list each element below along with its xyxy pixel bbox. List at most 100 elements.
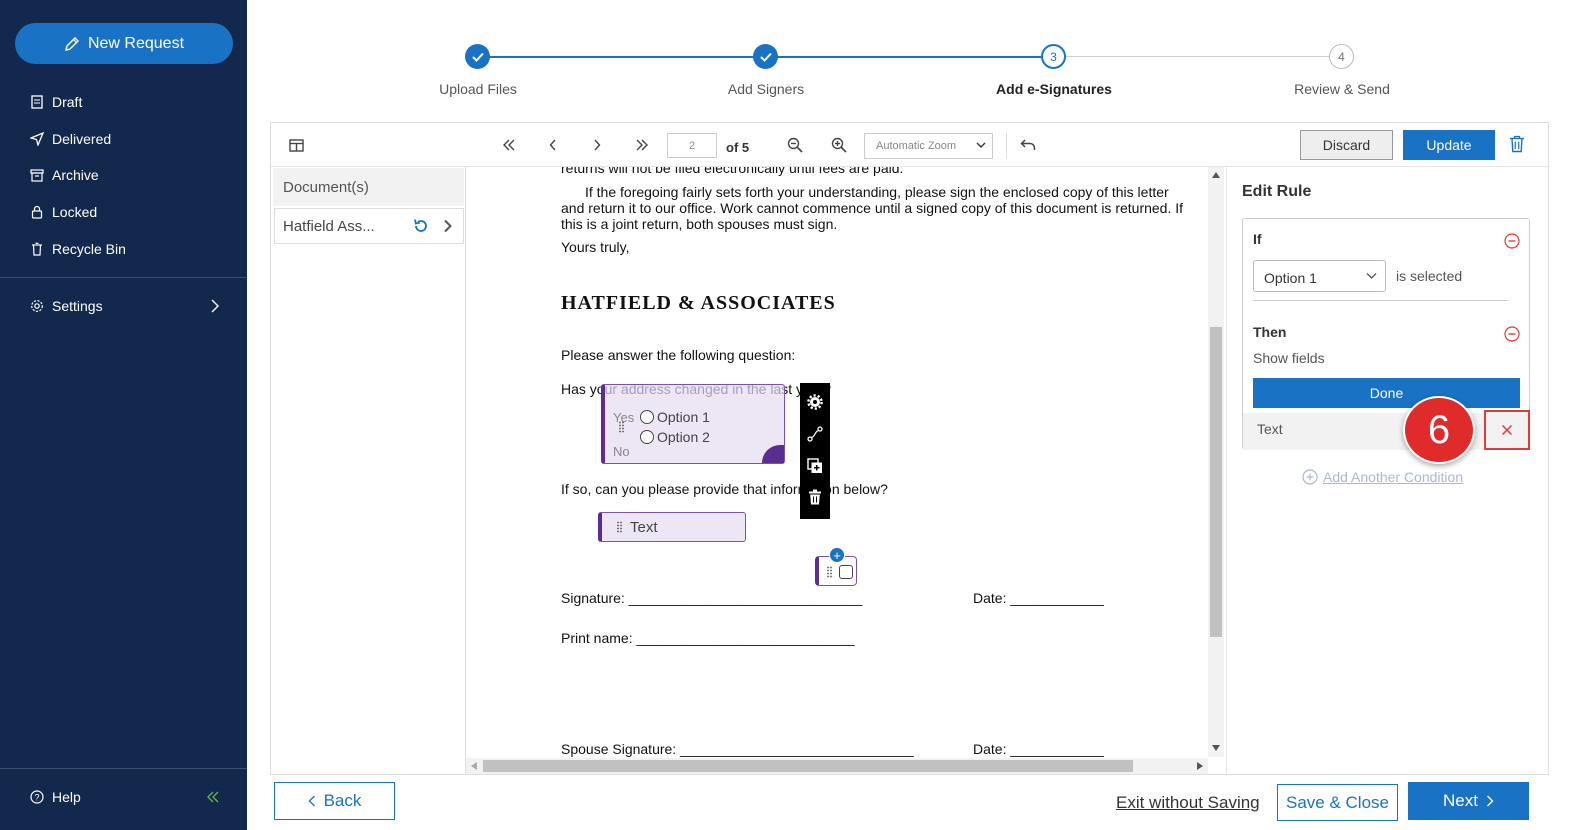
sidebar-item-settings[interactable]: Settings	[30, 295, 103, 317]
refresh-icon[interactable]	[413, 218, 429, 234]
radio-option-2[interactable]: Option 2	[640, 429, 710, 445]
document-paragraph-line: and return it to our office. Work cannot…	[561, 200, 1184, 216]
if-label: If	[1253, 231, 1262, 247]
chevron-right-icon[interactable]	[210, 299, 220, 313]
condition-option-select[interactable]: Option 1	[1253, 260, 1386, 292]
target-field-label: Text	[1257, 421, 1283, 437]
resize-handle[interactable]	[762, 445, 784, 463]
radio-button[interactable]	[640, 430, 654, 444]
sidebar-item-help[interactable]: ? Help	[30, 786, 81, 808]
remove-action-icon[interactable]	[1504, 326, 1520, 342]
step-label-review-send: Review & Send	[1294, 81, 1390, 97]
drag-handle-icon[interactable]	[827, 566, 832, 578]
zoom-select-value: Automatic Zoom	[876, 140, 957, 152]
radio-group-field[interactable]: Yes No Option 1 Option 2	[601, 384, 785, 464]
sidebar-item-archive[interactable]: Archive	[30, 164, 99, 186]
trash-icon[interactable]	[1509, 135, 1525, 153]
radio-option-1[interactable]: Option 1	[640, 409, 710, 425]
scroll-down-icon[interactable]	[1212, 745, 1220, 751]
back-button[interactable]: Back	[274, 782, 395, 820]
remove-field-button[interactable]	[1484, 410, 1530, 450]
sidebar-item-label: Archive	[52, 167, 99, 183]
horizontal-scrollbar[interactable]	[466, 758, 1208, 774]
plus-circle-icon	[1302, 469, 1318, 485]
previous-page-icon[interactable]	[546, 133, 560, 157]
new-request-label: New Request	[87, 34, 185, 52]
delete-field-icon[interactable]	[807, 489, 823, 505]
duplicate-icon[interactable]	[807, 458, 823, 474]
next-button[interactable]: Next	[1408, 782, 1529, 820]
remove-condition-icon[interactable]	[1504, 233, 1520, 249]
add-checkbox-icon[interactable]: +	[829, 547, 845, 563]
rule-divider	[1253, 300, 1508, 301]
sidebar-item-recycle-bin[interactable]: Recycle Bin	[30, 238, 126, 260]
document-name: Hatfield Ass...	[283, 218, 375, 235]
spouse-signature-line: Spouse Signature: ______________________…	[561, 741, 914, 757]
checkbox[interactable]	[839, 565, 853, 579]
step-4-indicator: 4	[1329, 44, 1354, 69]
zoom-out-icon[interactable]	[786, 133, 804, 157]
document-item[interactable]: Hatfield Ass...	[274, 208, 464, 244]
radio-option-label: Option 1	[657, 409, 710, 425]
close-icon	[1501, 424, 1513, 436]
zoom-select[interactable]: Automatic Zoom	[864, 133, 993, 159]
documents-panel	[271, 167, 466, 774]
sidebar-item-delivered[interactable]: Delivered	[30, 128, 111, 150]
svg-text:?: ?	[34, 793, 39, 803]
check-icon	[471, 52, 484, 62]
chevron-right-icon[interactable]	[443, 219, 453, 233]
pencil-icon	[64, 36, 80, 52]
first-page-icon[interactable]	[500, 133, 518, 157]
page-number-input[interactable]	[667, 133, 717, 158]
chevron-down-icon	[1366, 272, 1377, 280]
field-tools-popup	[800, 383, 830, 519]
add-condition-label: Add Another Condition	[1323, 469, 1464, 485]
sidebar-item-locked[interactable]: Locked	[30, 201, 97, 223]
sidebar-item-draft[interactable]: Draft	[30, 91, 82, 113]
radio-button[interactable]	[640, 410, 654, 424]
sidebar-divider	[0, 768, 247, 769]
next-label: Next	[1443, 791, 1478, 810]
collapse-sidebar-icon[interactable]	[206, 790, 220, 804]
horizontal-scroll-thumb[interactable]	[483, 760, 1133, 772]
help-icon: ?	[30, 790, 44, 804]
gear-icon	[30, 299, 44, 313]
update-button[interactable]: Update	[1403, 130, 1495, 160]
toolbar-divider	[1006, 133, 1007, 159]
print-name-line: Print name: ____________________________	[561, 630, 855, 646]
lock-icon	[30, 205, 44, 219]
archive-icon	[30, 168, 44, 182]
scroll-left-icon[interactable]	[471, 762, 477, 770]
undo-icon[interactable]	[1019, 133, 1037, 157]
add-condition-link[interactable]: Add Another Condition	[1302, 469, 1463, 485]
conditional-logic-icon[interactable]	[807, 426, 823, 442]
text-field[interactable]: Text	[598, 512, 746, 542]
save-close-button[interactable]: Save & Close	[1277, 784, 1398, 821]
sidebar-item-label: Help	[52, 789, 81, 805]
step-label-upload-files: Upload Files	[439, 81, 517, 97]
drag-handle-icon[interactable]	[619, 421, 624, 433]
page-total-label: of 5	[726, 140, 750, 155]
last-page-icon[interactable]	[633, 133, 651, 157]
new-request-button[interactable]: New Request	[15, 23, 233, 64]
toggle-sidebar-icon[interactable]	[288, 133, 304, 157]
zoom-in-icon[interactable]	[830, 133, 848, 157]
date-line: Date: ____________	[973, 741, 1104, 757]
send-icon	[30, 132, 44, 146]
back-label: Back	[323, 791, 362, 810]
drag-handle-icon[interactable]	[617, 521, 622, 533]
scroll-right-icon[interactable]	[1197, 762, 1203, 770]
no-label: No	[613, 444, 630, 459]
vertical-scroll-thumb[interactable]	[1210, 327, 1222, 637]
sidebar-item-label: Settings	[52, 298, 103, 314]
step-3-indicator: 3	[1041, 44, 1066, 69]
vertical-scrollbar[interactable]	[1208, 167, 1224, 757]
gear-icon[interactable]	[807, 394, 823, 410]
scroll-up-icon[interactable]	[1212, 172, 1220, 178]
exit-without-saving-link[interactable]: Exit without Saving	[1116, 793, 1260, 813]
done-button[interactable]: Done	[1253, 378, 1520, 408]
step-connector	[766, 56, 1054, 58]
sidebar-item-label: Locked	[52, 204, 98, 220]
next-page-icon[interactable]	[590, 133, 604, 157]
discard-button[interactable]: Discard	[1300, 130, 1393, 160]
